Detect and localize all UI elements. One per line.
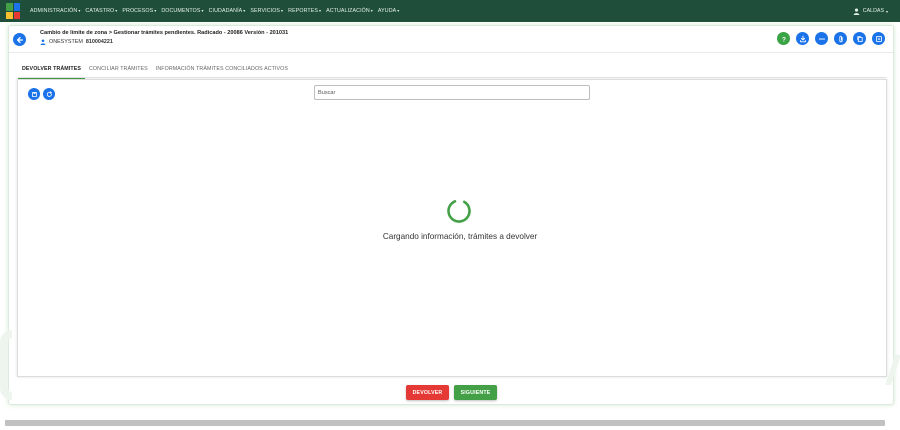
entity-name: ONESYSTEM xyxy=(49,39,83,45)
menu-servicios[interactable]: SERVICIOS▾ xyxy=(250,8,283,14)
user-icon xyxy=(853,8,860,15)
attach-icon xyxy=(838,35,843,42)
page-subtitle: ONESYSTEM 810004221 xyxy=(40,39,113,45)
siguiente-button[interactable]: SIGUIENTE xyxy=(454,385,497,400)
action-toolbar: ? xyxy=(777,32,885,45)
user-menu[interactable]: CALDAS ▾ xyxy=(853,0,888,22)
help-button[interactable]: ? xyxy=(777,32,790,45)
svg-text:?: ? xyxy=(782,36,786,43)
menu-ayuda[interactable]: AYUDA▾ xyxy=(378,8,399,14)
entity-code: 810004221 xyxy=(85,39,113,45)
app-logo[interactable] xyxy=(6,3,20,19)
more-button[interactable] xyxy=(815,32,828,45)
menu-reportes[interactable]: REPORTES▾ xyxy=(288,8,321,14)
menu-actualizacion[interactable]: ACTUALIZACIÓN▾ xyxy=(326,8,373,14)
back-button[interactable] xyxy=(13,33,26,46)
refresh-icon xyxy=(46,90,52,97)
horizontal-scrollbar[interactable] xyxy=(5,420,885,426)
copy-button[interactable] xyxy=(853,32,866,45)
devolver-button[interactable]: DEVOLVER xyxy=(406,385,449,400)
user-icon xyxy=(40,39,46,45)
search-input[interactable] xyxy=(314,85,590,100)
menu-procesos[interactable]: PROCESOS▾ xyxy=(122,8,156,14)
menu-documentos[interactable]: DOCUMENTOS▾ xyxy=(161,8,203,14)
more-icon xyxy=(818,37,825,40)
background-watermark xyxy=(0,330,12,400)
download-icon xyxy=(799,35,806,42)
arrow-left-icon xyxy=(16,36,23,43)
header-divider xyxy=(9,52,893,53)
help-icon: ? xyxy=(782,36,786,43)
save-icon xyxy=(31,91,37,97)
copy-icon xyxy=(856,35,863,42)
notes-icon xyxy=(875,35,882,42)
main-menu: ADMINISTRACIÓN▾ CATASTRO▾ PROCESOS▾ DOCU… xyxy=(30,8,404,14)
tab-panel: Cargando información, trámites a devolve… xyxy=(17,79,887,377)
menu-administracion[interactable]: ADMINISTRACIÓN▾ xyxy=(30,8,80,14)
loading-message: Cargando información, trámites a devolve… xyxy=(382,232,538,241)
main-card: Cambio de límite de zona > Gestionar trá… xyxy=(8,25,894,405)
menu-ciudadania[interactable]: CIUDADANÍA▾ xyxy=(209,8,246,14)
chevron-down-icon: ▾ xyxy=(885,8,888,14)
user-name: CALDAS xyxy=(862,8,884,14)
top-navbar: ADMINISTRACIÓN▾ CATASTRO▾ PROCESOS▾ DOCU… xyxy=(0,0,900,22)
menu-catastro[interactable]: CATASTRO▾ xyxy=(85,8,117,14)
panel-toolbar xyxy=(28,88,55,100)
refresh-button[interactable] xyxy=(43,88,55,100)
attach-button[interactable] xyxy=(834,32,847,45)
download-button[interactable] xyxy=(796,32,809,45)
tab-divider xyxy=(18,77,886,78)
save-button[interactable] xyxy=(28,88,40,100)
loading-spinner-icon xyxy=(447,199,471,223)
page-title: Cambio de límite de zona > Gestionar trá… xyxy=(40,30,289,36)
notes-button[interactable] xyxy=(872,32,885,45)
